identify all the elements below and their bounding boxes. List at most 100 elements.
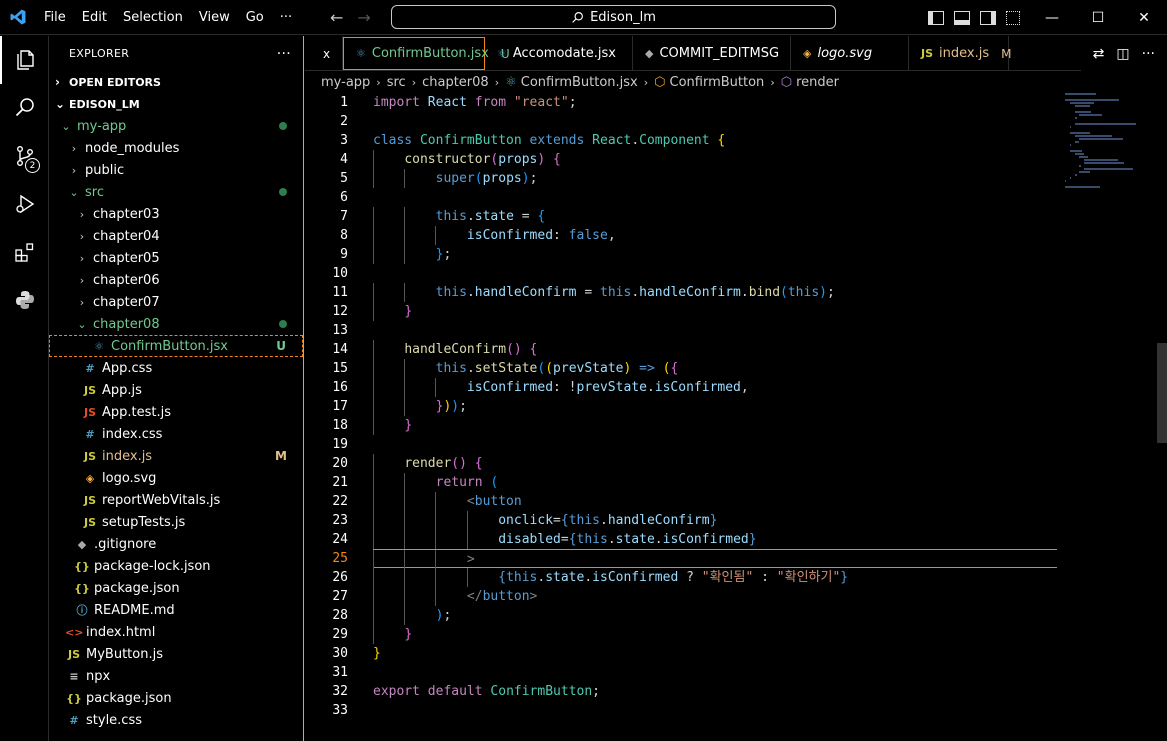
close-tab-icon[interactable]: x: [323, 47, 330, 61]
editor-tab[interactable]: ◈ logo.svg: [791, 36, 909, 71]
breadcrumb-item[interactable]: src: [387, 75, 406, 90]
folder-item[interactable]: › chapter06: [49, 269, 303, 291]
breadcrumb-item[interactable]: chapter08: [422, 75, 489, 90]
code-line[interactable]: handleConfirm() {: [373, 340, 1063, 359]
folder-item[interactable]: › node_modules: [49, 137, 303, 159]
code-line[interactable]: }: [373, 302, 1063, 321]
search-icon[interactable]: [0, 84, 49, 132]
breadcrumb-item[interactable]: ConfirmButton.jsx: [521, 75, 638, 90]
file-item[interactable]: JS reportWebVitals.js: [49, 489, 303, 511]
menu-item[interactable]: ···: [272, 0, 300, 35]
code-line[interactable]: [373, 188, 1063, 207]
code-line[interactable]: {this.state.isConfirmed ? "확인됨" : "확인하기"…: [373, 568, 1063, 587]
file-item[interactable]: <> index.html: [49, 621, 303, 643]
toggle-secondary-sidebar-icon[interactable]: [980, 10, 996, 25]
toggle-panel-icon[interactable]: [954, 10, 970, 25]
code-line[interactable]: }: [373, 625, 1063, 644]
folder-item[interactable]: › chapter05: [49, 247, 303, 269]
file-item[interactable]: # style.css: [49, 709, 303, 731]
source-control-icon[interactable]: 2: [0, 132, 49, 180]
folder-item[interactable]: › chapter07: [49, 291, 303, 313]
file-item[interactable]: {} package-lock.json: [49, 555, 303, 577]
code-line[interactable]: export default ConfirmButton;: [373, 682, 1063, 701]
file-item[interactable]: JS App.js: [49, 379, 303, 401]
code-line[interactable]: [373, 264, 1063, 283]
folder-item[interactable]: › public: [49, 159, 303, 181]
code-lines[interactable]: import React from "react"; class ConfirmB…: [373, 93, 1063, 720]
split-editor-icon[interactable]: ◫: [1116, 46, 1129, 62]
file-item[interactable]: ◆ .gitignore: [49, 533, 303, 555]
file-item[interactable]: {} package.json: [49, 687, 303, 709]
code-line[interactable]: constructor(props) {: [373, 150, 1063, 169]
folder-item[interactable]: ⌄ chapter08: [49, 313, 303, 335]
code-line[interactable]: return (: [373, 473, 1063, 492]
folder-item[interactable]: › chapter04: [49, 225, 303, 247]
code-line[interactable]: isConfirmed: !prevState.isConfirmed,: [373, 378, 1063, 397]
folder-item[interactable]: ⌄ src: [49, 181, 303, 203]
code-line[interactable]: [373, 701, 1063, 720]
code-line[interactable]: onclick={this.handleConfirm}: [373, 511, 1063, 530]
code-line[interactable]: isConfirmed: false,: [373, 226, 1063, 245]
code-line[interactable]: this.setState((prevState) => ({: [373, 359, 1063, 378]
explorer-more-icon[interactable]: ···: [277, 46, 291, 62]
code-line[interactable]: render() {: [373, 454, 1063, 473]
open-editors-section[interactable]: › OPEN EDITORS: [49, 71, 303, 93]
code-line[interactable]: );: [373, 606, 1063, 625]
code-line[interactable]: <button: [373, 492, 1063, 511]
file-item[interactable]: {} package.json: [49, 577, 303, 599]
code-line[interactable]: }: [373, 416, 1063, 435]
menu-item[interactable]: View: [191, 0, 238, 35]
code-line[interactable]: </button>: [373, 587, 1063, 606]
compare-changes-icon[interactable]: ⇄: [1093, 46, 1105, 62]
file-item[interactable]: JS MyButton.js: [49, 643, 303, 665]
code-line[interactable]: super(props);: [373, 169, 1063, 188]
minimap[interactable]: [1065, 93, 1155, 188]
editor-tab[interactable]: x: [305, 36, 343, 71]
menu-item[interactable]: Edit: [74, 0, 115, 35]
minimize-button[interactable]: —: [1029, 0, 1075, 35]
menu-item[interactable]: File: [36, 0, 74, 35]
breadcrumb-item[interactable]: my-app: [321, 75, 370, 90]
file-item[interactable]: JS App.test.js: [49, 401, 303, 423]
run-debug-icon[interactable]: [0, 180, 49, 228]
scrollbar-thumb[interactable]: [1157, 343, 1167, 443]
customize-layout-icon[interactable]: [1006, 10, 1020, 25]
code-line[interactable]: disabled={this.state.isConfirmed}: [373, 530, 1063, 549]
code-line[interactable]: >: [373, 549, 1057, 569]
breadcrumb-item[interactable]: ConfirmButton: [670, 75, 765, 90]
maximize-button[interactable]: ☐: [1075, 0, 1121, 35]
back-arrow-icon[interactable]: ←: [330, 8, 343, 27]
folder-item[interactable]: › chapter03: [49, 203, 303, 225]
file-item[interactable]: ≡ npx: [49, 665, 303, 687]
file-item[interactable]: ⚛ ConfirmButton.jsx U: [49, 335, 303, 357]
close-window-button[interactable]: ✕: [1121, 0, 1167, 35]
code-editor[interactable]: 1 2 3 4 5 6 7 8 9 10 11 12 13 14 15 16 17 18 19 20 21 22 23 24 2…: [305, 93, 1167, 741]
file-item[interactable]: ⓘ README.md: [49, 599, 303, 621]
file-item[interactable]: # App.css: [49, 357, 303, 379]
editor-tab[interactable]: ◆ COMMIT_EDITMSG: [633, 36, 791, 71]
editor-tab[interactable]: ⚛ ConfirmButton.jsx U: [343, 37, 510, 70]
extensions-icon[interactable]: [0, 228, 49, 276]
command-center-search[interactable]: Edison_lm: [391, 5, 836, 29]
editor-tab[interactable]: JS index.js M: [909, 36, 1011, 71]
code-line[interactable]: [373, 435, 1063, 454]
code-line[interactable]: this.state = {: [373, 207, 1063, 226]
code-line[interactable]: this.handleConfirm = this.handleConfirm.…: [373, 283, 1063, 302]
code-line[interactable]: class ConfirmButton extends React.Compon…: [373, 131, 1063, 150]
python-icon[interactable]: [0, 276, 49, 324]
file-item[interactable]: JS index.js M: [49, 445, 303, 467]
explorer-icon[interactable]: [0, 36, 49, 84]
code-line[interactable]: }));: [373, 397, 1063, 416]
code-line[interactable]: [373, 112, 1063, 131]
file-item[interactable]: ◈ logo.svg: [49, 467, 303, 489]
code-line[interactable]: [373, 663, 1063, 682]
editor-tab[interactable]: ⚛ Accomodate.jsx: [485, 36, 633, 71]
forward-arrow-icon[interactable]: →: [357, 8, 370, 27]
toggle-primary-sidebar-icon[interactable]: [928, 10, 944, 25]
file-item[interactable]: # index.css: [49, 423, 303, 445]
menu-item[interactable]: Selection: [115, 0, 191, 35]
workspace-root-section[interactable]: ⌄ EDISON_LM: [49, 93, 303, 115]
code-line[interactable]: import React from "react";: [373, 93, 1063, 112]
menu-item[interactable]: Go: [238, 0, 272, 35]
code-line[interactable]: [373, 321, 1063, 340]
